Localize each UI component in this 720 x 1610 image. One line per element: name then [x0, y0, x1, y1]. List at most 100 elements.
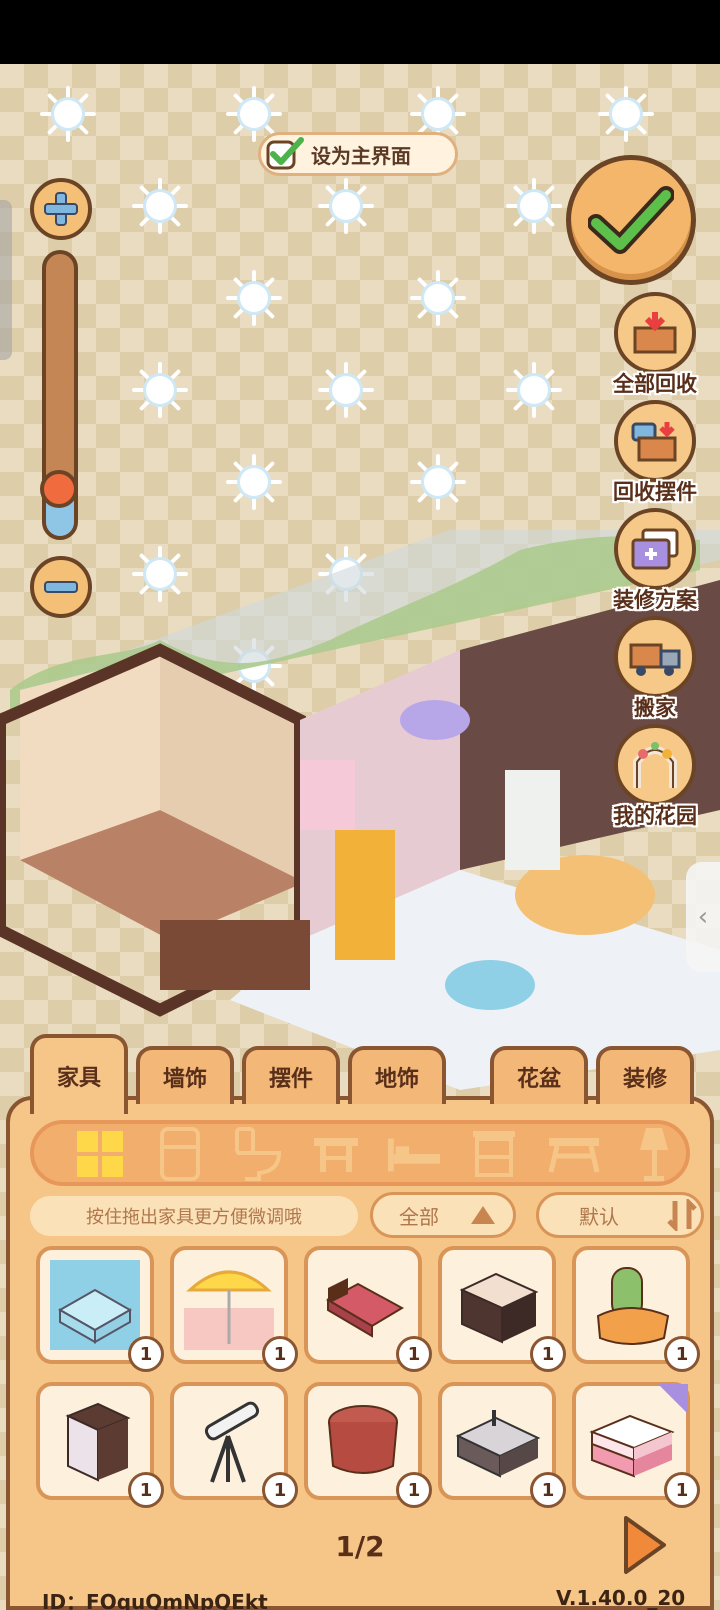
- item-count: 1: [664, 1472, 700, 1508]
- sun-decoration-icon: [504, 176, 564, 236]
- left-edge-handle[interactable]: [0, 200, 12, 360]
- item-count: 1: [262, 1472, 298, 1508]
- checkbox-checked-icon: [266, 137, 304, 170]
- item-count: 1: [664, 1336, 700, 1372]
- zoom-out-button[interactable]: [30, 556, 92, 618]
- sink-cabinet-icon: [455, 1410, 541, 1478]
- item-slot-telescope[interactable]: 1: [170, 1382, 298, 1508]
- moving-truck-icon: [614, 616, 696, 698]
- next-page-button[interactable]: [620, 1514, 668, 1576]
- bed-item-icon: [325, 1278, 405, 1338]
- sun-decoration-icon: [596, 84, 656, 144]
- toilet-icon[interactable]: [230, 1126, 286, 1182]
- tab-ornaments-label: 摆件: [268, 1067, 313, 1092]
- item-slot-cactus-armchair[interactable]: 1: [572, 1246, 700, 1372]
- recycle-all-label: 全部回收: [613, 372, 697, 396]
- parasol-icon: [184, 1270, 274, 1350]
- item-count: 1: [262, 1336, 298, 1372]
- item-slot-red-bed[interactable]: 1: [304, 1246, 432, 1372]
- item-slot-bathroom-sink-cabinet[interactable]: 1: [438, 1382, 566, 1508]
- round-table-icon: [328, 1405, 398, 1474]
- tab-renovation-label: 装修: [622, 1067, 667, 1092]
- table-icon[interactable]: [546, 1126, 602, 1182]
- item-count: 1: [530, 1472, 566, 1508]
- tab-furniture[interactable]: 家具: [30, 1034, 128, 1114]
- player-id: ID：FOquQmNpQEkt: [42, 1590, 268, 1610]
- sun-decoration-icon: [38, 84, 98, 144]
- sun-decoration-icon: [224, 452, 284, 512]
- tab-floor-decor-label: 地饰: [374, 1067, 419, 1092]
- sun-decoration-icon: [408, 268, 468, 328]
- sun-decoration-icon: [130, 176, 190, 236]
- recycle-ornaments-label: 回收摆件: [613, 480, 697, 504]
- recycle-ornaments-button[interactable]: 回收摆件: [600, 400, 710, 512]
- item-count: 1: [128, 1472, 164, 1508]
- tab-flowerpots[interactable]: 花盆: [490, 1046, 588, 1104]
- minus-icon: [44, 581, 78, 593]
- item-count: 1: [128, 1336, 164, 1372]
- status-bar: [0, 0, 720, 64]
- bed-icon[interactable]: [386, 1126, 442, 1182]
- garden-arch-icon: [614, 724, 696, 806]
- sort-dropdown[interactable]: 默认: [536, 1192, 704, 1238]
- category-filter-dropdown[interactable]: 全部: [370, 1192, 516, 1238]
- decor-plan-icon: [614, 508, 696, 590]
- checkmark-icon: [588, 186, 674, 254]
- tab-renovation[interactable]: 装修: [596, 1046, 694, 1104]
- move-house-label: 搬家: [634, 696, 676, 720]
- tab-ornaments[interactable]: 摆件: [242, 1046, 340, 1104]
- vending-machine: [335, 830, 395, 960]
- tab-floor-decor[interactable]: 地饰: [348, 1046, 446, 1104]
- sun-decoration-icon: [504, 360, 564, 420]
- confirm-button[interactable]: [566, 155, 696, 285]
- my-garden-button[interactable]: 我的花园: [600, 724, 710, 836]
- right-drawer-handle[interactable]: ‹: [686, 862, 720, 972]
- nightstand-icon: [65, 1402, 131, 1482]
- sort-order-icon: [667, 1199, 697, 1231]
- lamp-icon[interactable]: [626, 1126, 682, 1182]
- sun-decoration-icon: [408, 452, 468, 512]
- tab-flowerpots-label: 花盆: [516, 1067, 561, 1092]
- fridge-icon[interactable]: [152, 1126, 208, 1182]
- cabinet-icon[interactable]: [466, 1126, 522, 1182]
- decor-plan-button[interactable]: 装修方案: [600, 508, 710, 620]
- cloud-lamp: [400, 700, 470, 740]
- set-as-home-toggle[interactable]: 设为主界面: [258, 132, 458, 176]
- white-wardrobe: [505, 770, 560, 870]
- cushion-block-icon: [589, 1414, 675, 1478]
- item-slot-round-tablecloth-table[interactable]: 1: [304, 1382, 432, 1508]
- item-count: 1: [396, 1472, 432, 1508]
- stool-icon[interactable]: [308, 1126, 364, 1182]
- round-rug: [445, 960, 535, 1010]
- grid-all-icon[interactable]: [72, 1126, 128, 1182]
- arched-mirror: [300, 760, 355, 830]
- aquarium-icon: [50, 1260, 140, 1350]
- zoom-slider-handle[interactable]: [40, 470, 78, 508]
- zoom-in-button[interactable]: [30, 178, 92, 240]
- recycle-all-button[interactable]: 全部回收: [600, 292, 710, 404]
- plus-icon: [44, 192, 78, 226]
- version-label: V.1.40.0_20: [556, 1586, 686, 1610]
- item-slot-pink-cushion-block[interactable]: 1: [572, 1382, 700, 1508]
- tab-wall-decor-label: 墙饰: [162, 1067, 207, 1092]
- item-slot-dark-dresser[interactable]: 1: [438, 1246, 566, 1372]
- item-slot-lemon-parasol[interactable]: 1: [170, 1246, 298, 1372]
- item-slot-glass-corner-aquarium[interactable]: 1: [36, 1246, 164, 1372]
- tab-furniture-label: 家具: [56, 1066, 101, 1091]
- tab-wall-decor[interactable]: 墙饰: [136, 1046, 234, 1104]
- item-count: 1: [530, 1336, 566, 1372]
- dining-table: [160, 920, 310, 990]
- item-count: 1: [396, 1336, 432, 1372]
- set-as-home-label: 设为主界面: [311, 143, 411, 168]
- recycle-ornament-icon: [614, 400, 696, 482]
- triangle-up-icon: [471, 1206, 495, 1224]
- my-garden-label: 我的花园: [613, 804, 697, 828]
- chevron-left-icon: ‹: [697, 902, 709, 932]
- sun-decoration-icon: [316, 360, 376, 420]
- item-slot-nightstand-drawers[interactable]: 1: [36, 1382, 164, 1508]
- move-house-button[interactable]: 搬家: [600, 616, 710, 728]
- dresser-icon: [459, 1272, 539, 1344]
- sort-label: 默认: [579, 1204, 619, 1229]
- sun-decoration-icon: [130, 360, 190, 420]
- recycle-all-box-icon: [614, 292, 696, 374]
